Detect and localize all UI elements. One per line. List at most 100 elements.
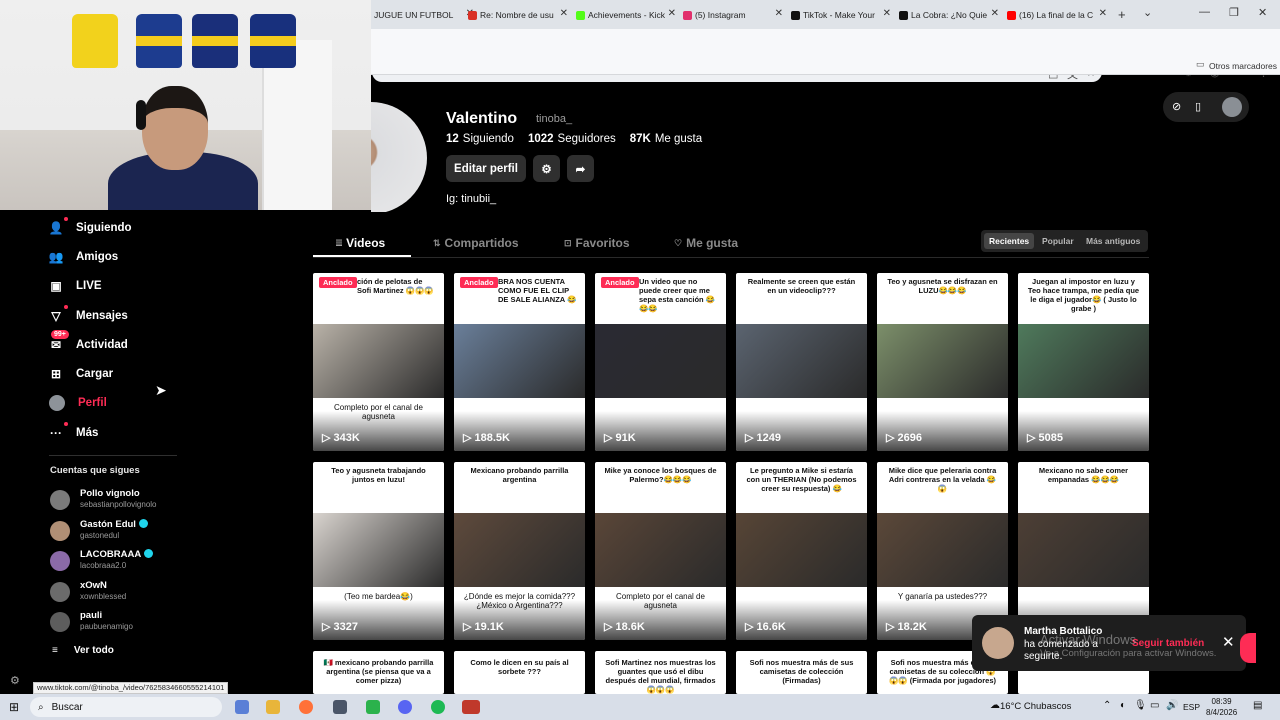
tab-list-icon[interactable]: ⌄: [1143, 6, 1152, 19]
video-caption: Teo y agusneta trabajando juntos en luzu…: [331, 466, 426, 484]
clock[interactable]: 08:39 8/4/2026: [1206, 696, 1237, 718]
file-explorer-icon[interactable]: [266, 700, 280, 714]
close-tab-icon[interactable]: ✕: [559, 8, 568, 19]
video-card[interactable]: Realmente se creen que están en un video…: [736, 273, 867, 451]
user-avatar[interactable]: [1222, 97, 1242, 117]
sidebar-item-profile-avatar[interactable]: Perfil: [49, 390, 107, 416]
sort-2[interactable]: Más antiguos: [1081, 233, 1145, 249]
profile-handle: tinoba_: [536, 113, 573, 125]
tab-favicon-icon: [791, 10, 800, 20]
video-card[interactable]: Sofi Martinez nos muestras los guantes q…: [595, 651, 726, 694]
account-name: Pollo vignolo: [80, 488, 140, 499]
taskbar-search[interactable]: ⌕ Buscar: [30, 697, 222, 717]
tab-repost[interactable]: ⇅ Compartidos: [433, 236, 519, 250]
compass-icon[interactable]: ⊘: [1172, 100, 1181, 113]
discord-icon[interactable]: [398, 700, 412, 714]
sort-1[interactable]: Popular: [1037, 233, 1079, 249]
microphone-icon[interactable]: 🎙: [1134, 700, 1147, 711]
weather-text[interactable]: 16°C Chubascos: [1000, 701, 1071, 712]
notifications-icon[interactable]: ▤: [1253, 700, 1262, 711]
tray-chevron-icon[interactable]: ⌃: [1103, 700, 1111, 711]
close-window-button[interactable]: ✕: [1258, 6, 1267, 19]
sort-0[interactable]: Recientes: [984, 233, 1035, 249]
close-tab-icon[interactable]: ✕: [990, 8, 999, 19]
video-card[interactable]: Juegan al impostor en luzu y Teo hace tr…: [1018, 273, 1149, 451]
copilot-icon[interactable]: [235, 700, 249, 714]
tab-bookmark[interactable]: ⊡ Favoritos: [564, 236, 630, 250]
video-card[interactable]: ción de pelotas de Sofi Martinez 😱😱😱 Ancl…: [313, 273, 444, 451]
browser-tab[interactable]: La Cobra: ¿No Quie ✕: [899, 6, 999, 24]
close-tab-icon[interactable]: ✕: [774, 8, 783, 19]
sidebar-item-live[interactable]: ▣ LIVE: [49, 273, 101, 299]
video-card[interactable]: Como le dicen en su país al sorbete ???: [454, 651, 585, 694]
browser-tab[interactable]: (16) La final de la C ✕: [1007, 6, 1107, 24]
app-icon[interactable]: [333, 700, 347, 714]
tray-app-icon[interactable]: ◐: [1120, 700, 1126, 711]
video-thumbnail: [1018, 324, 1149, 398]
video-card[interactable]: Un video que no puede creer que me sepa …: [595, 273, 726, 451]
tab-grid[interactable]: ⦙⦙⦙ Videos: [336, 236, 385, 250]
volume-icon[interactable]: 🔊: [1166, 700, 1178, 711]
video-card[interactable]: Le pregunto a Mike si estaría con un THE…: [736, 462, 867, 640]
close-tab-icon[interactable]: ✕: [1098, 8, 1107, 19]
play-icon: ▷: [322, 432, 334, 444]
pinned-badge: Anclado: [460, 277, 498, 288]
browser-tab[interactable]: Re: Nombre de usu ✕: [468, 6, 568, 24]
close-icon[interactable]: ✕: [1222, 633, 1235, 651]
video-card[interactable]: Teo y agusneta trabajando juntos en luzu…: [313, 462, 444, 640]
settings-gear-icon[interactable]: ⚙: [10, 674, 20, 687]
network-icon[interactable]: ▭: [1150, 700, 1159, 711]
video-card[interactable]: Mexicano probando parrilla argentina ¿Dón…: [454, 462, 585, 640]
close-tab-icon[interactable]: ✕: [882, 8, 891, 19]
sidebar-item-messages[interactable]: ▽ Mensajes: [49, 303, 127, 329]
account-handle: lacobraaa2.0: [80, 561, 127, 570]
video-caption: Mike dice que peleraria contra Adri cont…: [888, 466, 997, 493]
edit-profile-button[interactable]: Editar perfil: [446, 155, 526, 182]
video-card[interactable]: Teo y agusneta se disfrazan en LUZU😂😂😂 ▷ …: [877, 273, 1008, 451]
profile-stats: 12 Siguiendo 1022 Seguidores 87K Me gusta: [446, 133, 702, 145]
browser-tab[interactable]: TikTok - Make Your ✕: [791, 6, 891, 24]
video-card[interactable]: Mike dice que peleraria contra Adri cont…: [877, 462, 1008, 640]
video-card[interactable]: Sofi nos muestra más de sus camisetas de…: [736, 651, 867, 694]
xbox-icon[interactable]: [366, 700, 380, 714]
tab-heart[interactable]: ♡ Me gusta: [674, 236, 738, 250]
video-card[interactable]: 🇲🇽 mexicano probando parrilla argentina …: [313, 651, 444, 694]
video-caption: Realmente se creen que están en un video…: [747, 277, 856, 295]
tab-favicon-icon: [468, 10, 477, 20]
video-card[interactable]: Mexicano no sabe comer empanadas 😂😂😂▷: [1018, 462, 1149, 640]
spotify-icon[interactable]: [431, 700, 445, 714]
followers-stat[interactable]: 1022 Seguidores: [528, 133, 616, 145]
new-tab-button[interactable]: +: [1118, 7, 1126, 22]
video-card[interactable]: Mike ya conoce los bosques de Palermo?😂😂…: [595, 462, 726, 640]
browser-tab[interactable]: Achievements - Kick ✕: [576, 6, 676, 24]
profile-avatar[interactable]: [371, 102, 429, 212]
sidebar-item-following[interactable]: 👤 Siguiendo: [49, 215, 132, 241]
language-indicator[interactable]: ESP: [1183, 702, 1200, 712]
avatar: [50, 612, 70, 632]
video-card[interactable]: BRA NOS CUENTA COMO FUE EL CLIP DE SALE …: [454, 273, 585, 451]
profile-bio: Ig: tinubii_: [446, 193, 497, 205]
see-all-link[interactable]: ≡ Ver todo: [52, 645, 114, 656]
settings-button[interactable]: ⚙: [533, 155, 560, 182]
sidebar-item-friends[interactable]: 👥 Amigos: [49, 244, 119, 270]
sidebar-item-more[interactable]: ··· Más: [49, 420, 98, 446]
video-app-icon[interactable]: [462, 700, 480, 714]
firefox-icon[interactable]: [299, 700, 313, 714]
other-bookmarks[interactable]: Otros marcadores: [1209, 61, 1277, 71]
device-icon[interactable]: ▯: [1195, 100, 1201, 113]
view-count-text: 3327: [333, 621, 358, 633]
view-count-text: 343K: [333, 432, 360, 444]
video-caption: Mexicano no sabe comer empanadas 😂😂😂: [1038, 466, 1129, 484]
following-stat[interactable]: 12 Siguiendo: [446, 133, 514, 145]
browser-tab[interactable]: JUGUE UN FUTBOL✕: [374, 6, 474, 24]
get-app-tab[interactable]: [1240, 633, 1256, 663]
avatar: [50, 551, 70, 571]
start-button[interactable]: ⊞: [9, 700, 19, 714]
close-tab-icon[interactable]: ✕: [667, 8, 676, 19]
browser-tab[interactable]: (5) Instagram ✕: [683, 6, 783, 24]
share-button[interactable]: ➦: [567, 155, 594, 182]
sidebar-item-upload[interactable]: ⊞ Cargar: [49, 361, 113, 387]
minimize-button[interactable]: —: [1199, 6, 1210, 18]
restore-button[interactable]: ❐: [1229, 6, 1239, 19]
sidebar-item-label: Siguiendo: [76, 222, 132, 234]
